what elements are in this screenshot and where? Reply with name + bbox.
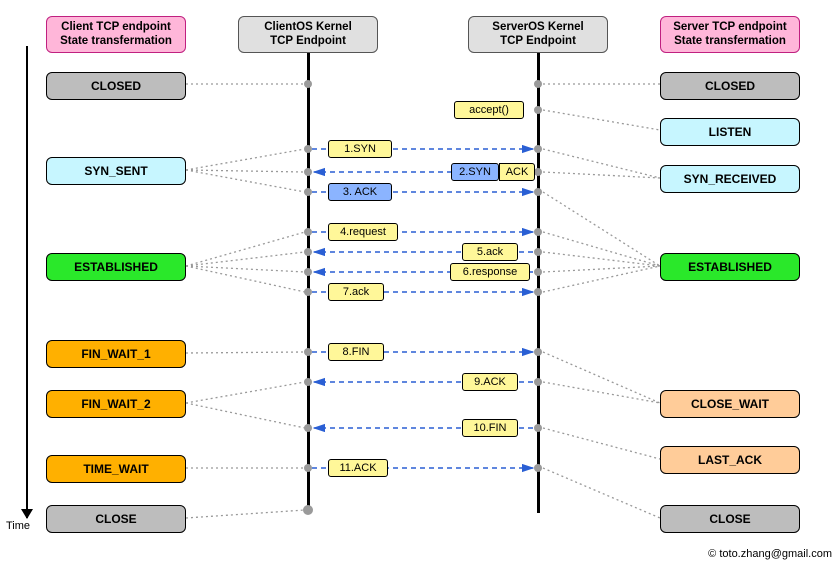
msg-8-fin: 8.FIN [328,343,384,361]
client-state-closed: CLOSED [46,72,186,100]
msg-7-ack: 7.ack [328,283,384,301]
msg-6-resp: 6.response [450,263,530,281]
client-state-fin-wait-2: FIN_WAIT_2 [46,390,186,418]
header-client-state: Client TCP endpointState transfermation [46,16,186,53]
msg-1-syn: 1.SYN [328,140,392,158]
header-client-kernel: ClientOS KernelTCP Endpoint [238,16,378,53]
msg-2-syn: 2.SYN [451,163,499,181]
msg-3-ack: 3. ACK [328,183,392,201]
server-state-established: ESTABLISHED [660,253,800,281]
server-state-closed: CLOSED [660,72,800,100]
header-server-state: Server TCP endpointState transfermation [660,16,800,53]
credit-label: © toto.zhang@gmail.com [708,548,832,560]
client-state-close: CLOSE [46,505,186,533]
lifeline-client-kernel [307,53,310,513]
msg-9-ack: 9.ACK [462,373,518,391]
msg-11-ack: 11.ACK [328,459,388,477]
server-state-close: CLOSE [660,505,800,533]
client-state-fin-wait-1: FIN_WAIT_1 [46,340,186,368]
client-state-time-wait: TIME_WAIT [46,455,186,483]
msg-2-ack: ACK [499,163,535,181]
client-state-syn-sent: SYN_SENT [46,157,186,185]
msg-accept: accept() [454,101,524,119]
server-state-listen: LISTEN [660,118,800,146]
time-axis-arrow [26,46,28,518]
server-state-syn-received: SYN_RECEIVED [660,165,800,193]
msg-10-fin: 10.FIN [462,419,518,437]
lifeline-server-kernel [537,53,540,513]
msg-4-req: 4.request [328,223,398,241]
header-server-kernel: ServerOS KernelTCP Endpoint [468,16,608,53]
client-state-established: ESTABLISHED [46,253,186,281]
msg-5-ack: 5.ack [462,243,518,261]
time-axis-label: Time [6,520,30,532]
server-state-close-wait: CLOSE_WAIT [660,390,800,418]
server-state-last-ack: LAST_ACK [660,446,800,474]
